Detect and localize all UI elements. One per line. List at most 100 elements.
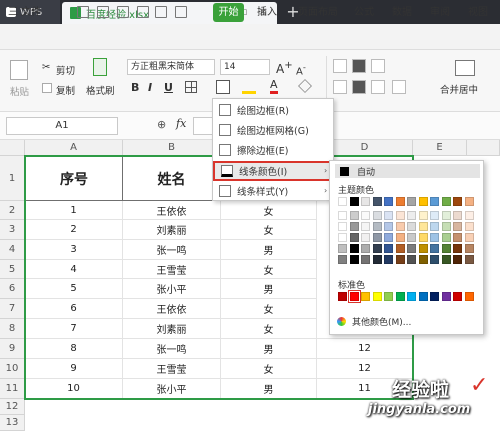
save-icon[interactable] [77, 6, 89, 18]
theme-color-swatch[interactable] [453, 233, 462, 242]
formula-input[interactable] [193, 117, 213, 135]
table-cell[interactable]: 王雪莹 [123, 260, 221, 279]
theme-color-swatch[interactable] [338, 244, 347, 253]
standard-color-swatch[interactable] [384, 292, 393, 301]
table-cell[interactable]: 男 [221, 279, 317, 299]
table-cell[interactable]: 张小平 [123, 379, 221, 399]
select-all-corner[interactable] [0, 140, 25, 156]
theme-color-swatch[interactable] [418, 233, 428, 242]
undo-icon[interactable] [155, 6, 167, 18]
align-right-icon[interactable] [371, 80, 385, 94]
row-header[interactable]: 6 [0, 279, 25, 299]
menu-item-erase-border[interactable]: 擦除边框(E) [213, 140, 333, 160]
theme-color-swatch[interactable] [395, 211, 405, 220]
align-bottom-icon[interactable] [371, 59, 385, 73]
row-header[interactable]: 11 [0, 379, 25, 399]
menu-item-draw-border[interactable]: 绘图边框(R) [213, 100, 333, 120]
theme-color-swatch[interactable] [464, 233, 474, 242]
theme-color-swatch[interactable] [372, 244, 382, 253]
table-cell[interactable]: 刘素丽 [123, 319, 221, 339]
theme-color-swatch[interactable] [407, 197, 416, 206]
theme-color-swatch[interactable] [464, 197, 474, 206]
theme-color-swatch[interactable] [430, 222, 439, 231]
theme-color-swatch[interactable] [453, 211, 462, 220]
theme-color-swatch[interactable] [384, 211, 393, 220]
table-cell[interactable]: 2 [25, 220, 123, 240]
menu-item-line-color[interactable]: 线条颜色(I) [213, 161, 333, 181]
file-menu[interactable]: 三 文件 [8, 6, 41, 20]
copy-button[interactable]: 复制 [56, 83, 75, 97]
theme-color-swatch[interactable] [349, 244, 359, 253]
theme-color-swatch[interactable] [395, 197, 405, 206]
table-cell[interactable]: 10 [25, 379, 123, 399]
italic-button[interactable]: I [148, 81, 152, 94]
theme-color-swatch[interactable] [338, 233, 347, 242]
table-cell[interactable]: 女 [221, 201, 317, 220]
theme-color-swatch[interactable] [441, 211, 451, 220]
table-cell[interactable]: 女 [221, 299, 317, 319]
font-family-select[interactable]: 方正粗黑宋简体 [127, 59, 215, 75]
theme-color-swatch[interactable] [453, 244, 462, 253]
standard-color-swatch[interactable] [407, 292, 416, 301]
row-header[interactable]: 8 [0, 319, 25, 339]
row-header[interactable]: 1 [0, 156, 25, 201]
theme-color-swatch[interactable] [430, 197, 439, 206]
theme-color-swatch[interactable] [407, 222, 416, 231]
table-cell[interactable]: 12 [317, 339, 413, 359]
justify-icon[interactable] [392, 80, 406, 94]
redo-icon[interactable] [175, 6, 187, 18]
theme-color-swatch[interactable] [453, 222, 462, 231]
theme-color-swatch[interactable] [361, 244, 370, 253]
column-header-a[interactable]: A [25, 140, 123, 156]
row-header[interactable]: 13 [0, 415, 25, 431]
tab-data[interactable]: 数据 [392, 6, 412, 20]
standard-color-swatch[interactable] [372, 292, 382, 301]
column-header-f[interactable] [467, 140, 500, 156]
standard-color-swatch[interactable] [338, 292, 347, 301]
theme-color-swatch[interactable] [407, 211, 416, 220]
theme-color-swatch[interactable] [338, 197, 347, 206]
theme-color-swatch[interactable] [407, 255, 416, 264]
merge-center-icon[interactable] [455, 60, 475, 76]
standard-color-swatch[interactable] [418, 292, 428, 301]
align-top-icon[interactable] [333, 59, 347, 73]
theme-color-swatch[interactable] [361, 197, 370, 206]
table-cell[interactable]: 女 [221, 319, 317, 339]
column-header-e[interactable]: E [413, 140, 467, 156]
table-cell[interactable]: 王雪莹 [123, 359, 221, 379]
table-cell[interactable]: 9 [25, 359, 123, 379]
theme-color-swatch[interactable] [349, 233, 359, 242]
theme-color-swatch[interactable] [464, 222, 474, 231]
font-size-select[interactable]: 14 [220, 59, 270, 75]
fx-label[interactable]: fx [176, 117, 186, 130]
table-cell[interactable]: 男 [221, 379, 317, 399]
standard-color-swatch[interactable] [430, 292, 439, 301]
align-left-icon[interactable] [333, 80, 347, 94]
print-icon[interactable] [117, 6, 129, 18]
theme-color-swatch[interactable] [361, 255, 370, 264]
shrink-font-icon[interactable]: A- [296, 62, 306, 77]
theme-color-swatch[interactable] [453, 197, 462, 206]
bold-button[interactable]: B [131, 81, 139, 94]
theme-color-swatch[interactable] [372, 255, 382, 264]
export-pdf-icon[interactable] [97, 6, 109, 18]
row-header[interactable]: 10 [0, 359, 25, 379]
fill-color-icon[interactable] [242, 79, 256, 94]
theme-color-swatch[interactable] [441, 233, 451, 242]
theme-color-swatch[interactable] [349, 222, 359, 231]
print-preview-icon[interactable] [137, 6, 149, 18]
theme-color-swatch[interactable] [407, 233, 416, 242]
theme-color-swatch[interactable] [430, 233, 439, 242]
tab-page-layout[interactable]: 页面布局 [298, 6, 338, 20]
theme-color-swatch[interactable] [338, 211, 347, 220]
theme-color-swatch[interactable] [372, 233, 382, 242]
header-cell-name[interactable]: 姓名 [122, 156, 221, 201]
theme-color-swatch[interactable] [430, 211, 439, 220]
theme-color-swatch[interactable] [395, 255, 405, 264]
format-painter-icon[interactable] [93, 58, 107, 76]
column-header-b[interactable]: B [123, 140, 221, 156]
table-cell[interactable]: 男 [221, 240, 317, 260]
table-cell[interactable]: 王依依 [123, 201, 221, 220]
name-box[interactable]: A1 [6, 117, 118, 135]
table-cell[interactable]: 刘素丽 [123, 220, 221, 240]
